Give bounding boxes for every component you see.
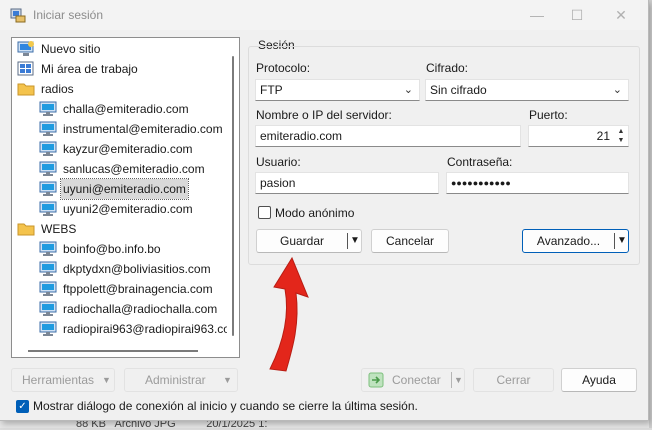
manage-button-label: Administrar: [145, 373, 206, 387]
new-site-icon: [17, 41, 35, 57]
chevron-down-icon: ▼: [102, 375, 111, 385]
encryption-label: Cifrado:: [426, 61, 469, 75]
tree-item-label: uyuni2@emiteradio.com: [63, 202, 193, 216]
password-value: ●●●●●●●●●●●: [451, 178, 511, 188]
port-input[interactable]: 21 ▲ ▼: [528, 125, 629, 147]
tree-item-label: Nuevo sitio: [41, 42, 101, 56]
window-title: Iniciar sesión: [33, 8, 104, 22]
protocol-label: Protocolo:: [256, 61, 311, 75]
folder-icon: [17, 81, 35, 97]
advanced-split-button[interactable]: Avanzado... ▼: [522, 229, 629, 253]
close-button-label: Cerrar: [496, 373, 531, 387]
manage-button[interactable]: Administrar ▼: [124, 368, 238, 392]
site-icon: [39, 281, 57, 297]
site-icon: [39, 101, 57, 117]
site-icon: [39, 201, 57, 217]
tree-item-label: challa@emiteradio.com: [63, 102, 189, 116]
user-input[interactable]: pasion: [255, 172, 439, 194]
tree-item-label: boinfo@bo.info.bo: [63, 242, 161, 256]
password-input[interactable]: ●●●●●●●●●●●: [446, 172, 629, 194]
help-button-label: Ayuda: [582, 373, 616, 387]
site-icon: [39, 141, 57, 157]
tree-item-label: radios: [41, 82, 74, 96]
chevron-down-icon: ⌄: [403, 84, 413, 96]
protocol-select[interactable]: FTP ⌄: [255, 79, 420, 101]
user-value: pasion: [260, 176, 296, 190]
site-icon: [39, 301, 57, 317]
tree-item-label: radiochalla@radiochalla.com: [63, 302, 218, 316]
host-label: Nombre o IP del servidor:: [256, 108, 392, 122]
encryption-value: Sin cifrado: [430, 83, 487, 97]
save-button-label: Guardar: [279, 234, 325, 248]
encryption-select[interactable]: Sin cifrado ⌄: [425, 79, 629, 101]
host-input[interactable]: emiteradio.com: [255, 125, 521, 147]
save-dropdown-icon[interactable]: ▼: [350, 230, 360, 252]
tree-item-label: uyuni@emiteradio.com: [60, 178, 189, 200]
tree-item-label: sanlucas@emiteradio.com: [63, 162, 205, 176]
site-icon: [39, 121, 57, 137]
advanced-button-label: Avanzado...: [536, 234, 601, 248]
tree-vertical-scrollbar[interactable]: [227, 38, 239, 357]
protocol-value: FTP: [260, 83, 283, 97]
chevron-down-icon: ▼: [223, 375, 232, 385]
anonymous-checkbox[interactable]: [258, 206, 271, 219]
tree-item-label: kayzur@emiteradio.com: [63, 142, 193, 156]
chevron-down-icon: ⌄: [612, 84, 622, 96]
anonymous-label: Modo anónimo: [275, 206, 355, 220]
close-dialog-button[interactable]: Cerrar: [473, 368, 554, 392]
tree-item-label: Mi área de trabajo: [41, 62, 138, 76]
site-tree[interactable]: radiopirai963@radiopirai963.com radiochal…: [11, 37, 240, 358]
tree-item-label: dkptydxn@boliviasitios.com: [63, 262, 211, 276]
login-dialog: Iniciar sesión — ☐ ✕ radiopirai963@radio…: [0, 0, 649, 421]
tools-button[interactable]: Herramientas ▼: [11, 368, 115, 392]
connect-split-button[interactable]: Conectar ▼: [361, 368, 465, 392]
port-label: Puerto:: [529, 108, 568, 122]
tree-item-label: WEBS: [41, 222, 77, 236]
cancel-button-label: Cancelar: [385, 234, 435, 248]
tree-horizontal-scrollbar[interactable]: [12, 345, 227, 357]
tree-item-label: radiopirai963@radiopirai963.com: [63, 322, 240, 336]
site-icon: [39, 321, 57, 337]
user-label: Usuario:: [256, 155, 301, 169]
folder-icon: [17, 221, 35, 237]
tools-button-label: Herramientas: [22, 373, 95, 387]
show-dialog-label: Mostrar diálogo de conexión al inicio y …: [33, 399, 418, 413]
winscp-app-icon: [10, 8, 26, 23]
host-value: emiteradio.com: [260, 129, 343, 143]
background-file-list-row: 88 KB Archivo JPG 20/1/2025 1:: [0, 418, 652, 430]
maximize-button[interactable]: ☐: [560, 4, 594, 26]
cancel-button[interactable]: Cancelar: [371, 229, 449, 253]
password-label: Contraseña:: [447, 155, 513, 169]
connect-icon: [368, 372, 384, 388]
spin-down-icon[interactable]: ▼: [615, 136, 627, 145]
port-spinner[interactable]: ▲ ▼: [615, 127, 627, 145]
tree-item-label: ftppolett@brainagencia.com: [63, 282, 213, 296]
minimize-button[interactable]: —: [520, 4, 554, 26]
workspace-icon: [17, 61, 35, 77]
site-icon: [39, 241, 57, 257]
port-value: 21: [596, 129, 610, 143]
help-button[interactable]: Ayuda: [561, 368, 637, 392]
red-arrow-annotation: [269, 256, 309, 372]
connect-dropdown-icon[interactable]: ▼: [454, 369, 463, 391]
site-icon: [39, 161, 57, 177]
tree-item-label: instrumental@emiteradio.com: [63, 122, 223, 136]
save-split-button[interactable]: Guardar ▼: [256, 229, 362, 253]
site-icon: [39, 261, 57, 277]
title-bar: Iniciar sesión — ☐ ✕: [0, 0, 648, 30]
advanced-dropdown-icon[interactable]: ▼: [617, 230, 627, 252]
connect-button-label: Conectar: [392, 373, 441, 387]
spin-up-icon[interactable]: ▲: [615, 127, 627, 136]
close-button[interactable]: ✕: [604, 4, 638, 26]
site-icon: [39, 181, 57, 197]
show-dialog-checkbox[interactable]: ✓: [16, 400, 29, 413]
